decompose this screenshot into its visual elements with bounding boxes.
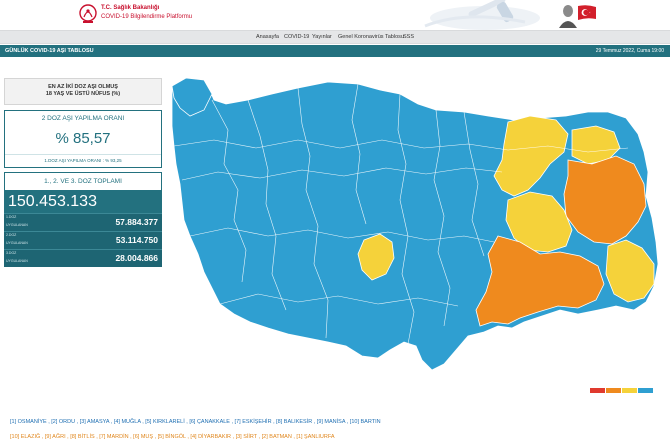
province-rankings: [1] OSMANİYE , [2] ORDU , [3] AMASYA , [… [0,414,670,446]
stats-header-line1: EN AZ İKİ DOZ AŞI OLMUŞ [48,84,118,90]
dashboard-date: 29 Temmuz 2022, Cuma 19:00 [595,48,664,54]
nav-item-publications[interactable]: Yayınlar [312,33,332,41]
legend-swatch-lowest [590,388,605,393]
total-doses-label: 1., 2. VE 3. DOZ TOPLAMI [44,178,122,185]
dose3-label: 3.DOZ [6,251,17,255]
header-banner-image [405,0,555,30]
bottom-ten-provinces[interactable]: [10] ELAZIĞ , [9] AĞRI , [8] BİTLİS , [7… [10,433,335,441]
stats-header-line2: 18 YAŞ VE ÜSTÜ NÜFUS (%) [45,91,121,97]
dose1-row: 1.DOZ UYGULANAN 57.884.377 [4,213,162,231]
dose2-rate-card: 2 DOZ AŞI YAPILMA ORANI % 85,57 1.DOZ AŞ… [4,110,162,168]
legend-swatch-high [638,388,653,393]
dose2-label: 2.DOZ [6,233,17,237]
vaccine-dashboard: T.C. Sağlık Bakanlığı COVID-19 Bilgilend… [0,0,670,446]
turkey-vaccination-map [168,60,664,380]
nav-item-general-table[interactable]: Genel Koronavirüs Tablosu [338,33,404,41]
stats-panel: EN AZ İKİ DOZ AŞI OLMUŞ 18 YAŞ VE ÜSTÜ N… [4,78,162,268]
total-doses-card: 1., 2. VE 3. DOZ TOPLAMI [4,172,162,190]
dose2-rate-label: 2 DOZ AŞI YAPILMA ORANI [41,115,125,122]
nav-item-home[interactable]: Anasayfa [256,33,279,41]
dashboard-title-bar: GÜNLÜK COVID-19 AŞI TABLOSU 29 Temmuz 20… [0,45,670,57]
main-nav: Anasayfa COVID-19 Yayınlar Genel Koronav… [0,30,670,44]
dose3-sublabel: UYGULANAN [6,259,28,263]
site-header: T.C. Sağlık Bakanlığı COVID-19 Bilgilend… [0,0,670,30]
total-doses-box: 150.453.133 [4,190,162,213]
top-ten-provinces[interactable]: [1] OSMANİYE , [2] ORDU , [3] AMASYA , [… [10,418,381,426]
nav-item-faq[interactable]: SSS [403,33,414,41]
map-color-legend [590,388,653,393]
dose2-value: 53.114.750 [115,235,158,245]
brand-text[interactable]: T.C. Sağlık Bakanlığı COVID-19 Bilgilend… [101,4,192,22]
dose3-row: 3.DOZ UYGULANAN 28.004.866 [4,249,162,267]
turkey-map-svg [171,77,659,371]
dose3-value: 28.004.866 [115,253,158,263]
dose2-rate-value: % 85,57 [55,130,111,147]
legend-swatch-mid [622,388,637,393]
dose1-sublabel: UYGULANAN [6,223,28,227]
ministry-logo-icon[interactable] [78,3,98,25]
dose1-value: 57.884.377 [115,217,158,227]
brand-platform: COVID-19 Bilgilendirme Platformu [101,14,193,20]
dose2-row: 2.DOZ UYGULANAN 53.114.750 [4,231,162,249]
dose1-rate-text: 1.DOZ AŞI YAPILMA ORANI : % 93,25 [5,154,161,164]
dashboard-title: GÜNLÜK COVID-19 AŞI TABLOSU [5,48,94,54]
brand-ministry: T.C. Sağlık Bakanlığı [101,5,160,11]
nav-item-covid19[interactable]: COVID-19 [284,33,309,41]
total-doses-value: 150.453.133 [8,193,97,210]
stats-panel-header: EN AZ İKİ DOZ AŞI OLMUŞ 18 YAŞ VE ÜSTÜ N… [4,78,162,105]
dose2-sublabel: UYGULANAN [6,241,28,245]
ataturk-portrait-icon [557,2,579,28]
legend-swatch-low [606,388,621,393]
turkish-flag-icon [578,5,596,20]
dose1-label: 1.DOZ [6,215,17,219]
